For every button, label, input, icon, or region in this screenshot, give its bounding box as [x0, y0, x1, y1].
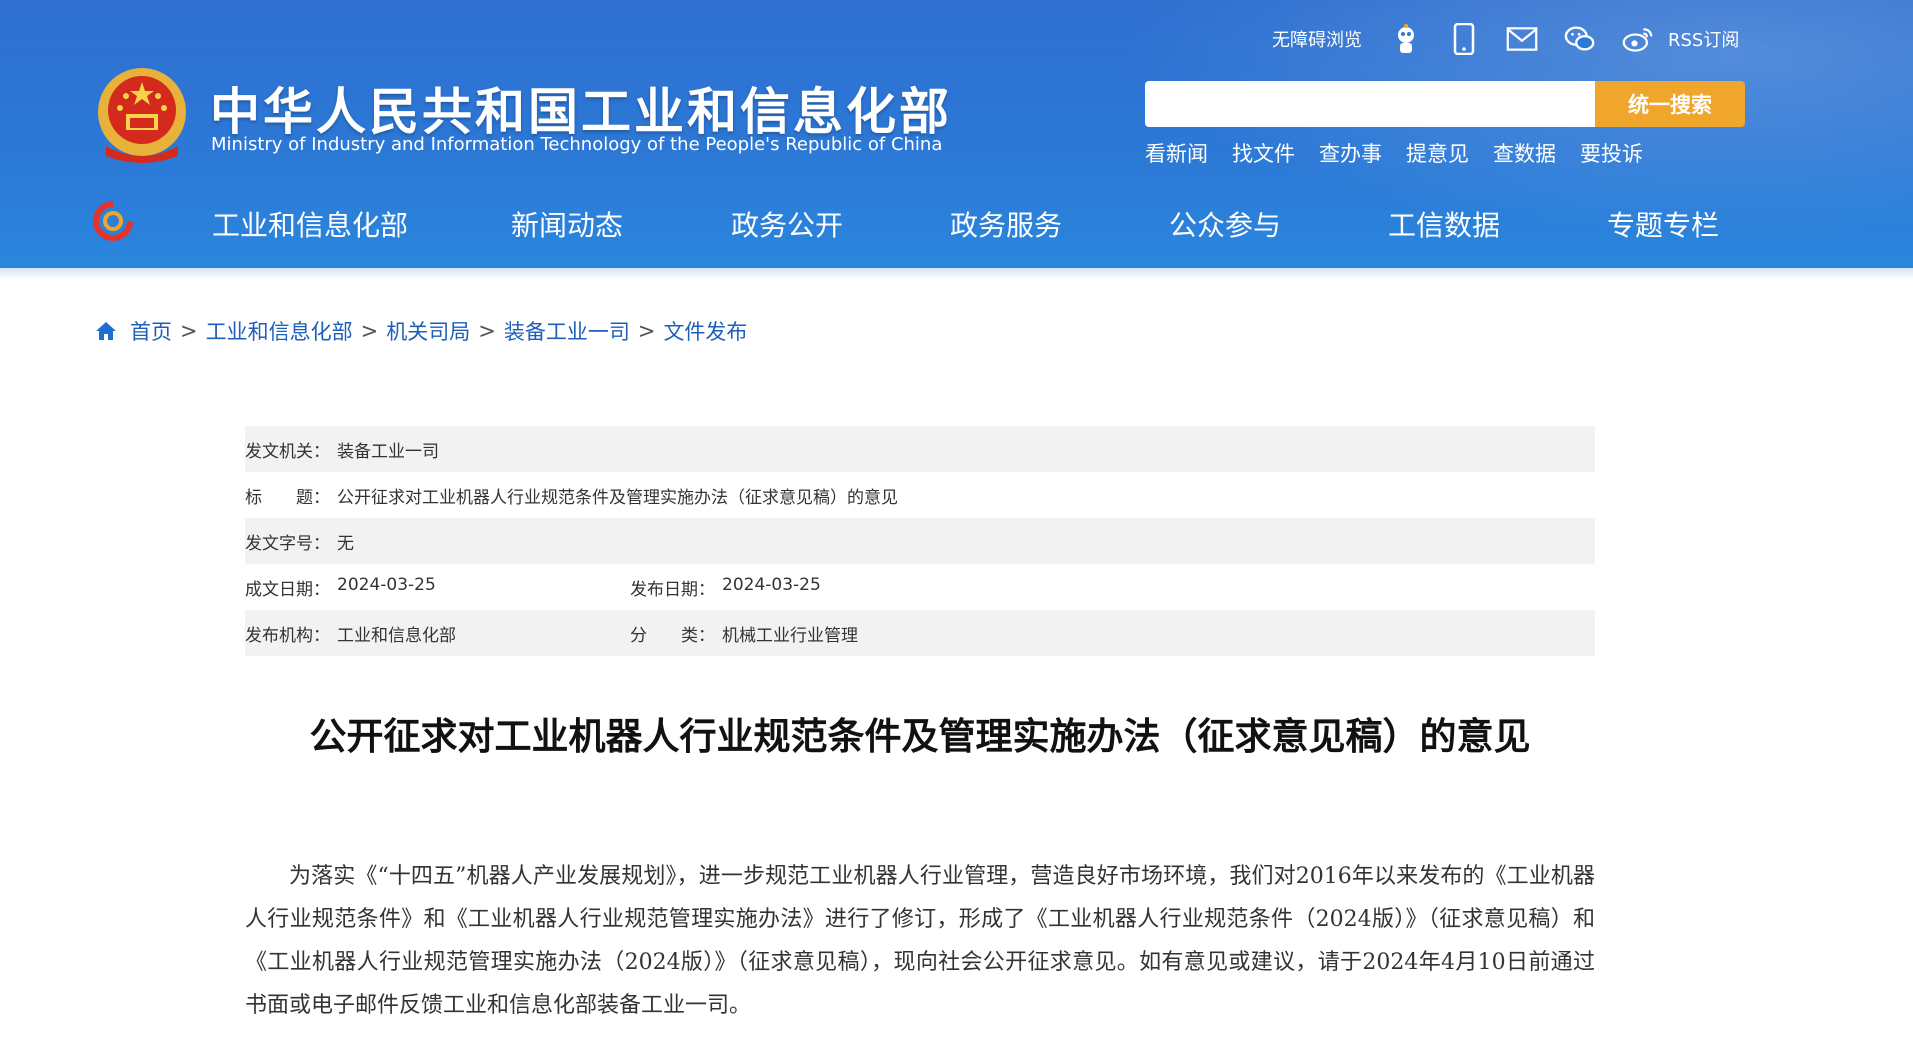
category-cell: 分 类： 机械工业行业管理: [630, 621, 1015, 646]
meta-row-dates: 成文日期： 2024-03-25 发布日期： 2024-03-25: [245, 564, 1595, 610]
issuer-label: 发文机关：: [245, 441, 330, 462]
created-date-cell: 成文日期： 2024-03-25: [245, 575, 630, 600]
site-title-en: Ministry of Industry and Information Tec…: [211, 134, 943, 155]
meta-row-title: 标 题： 公开征求对工业机器人行业规范条件及管理实施办法（征求意见稿）的意见: [245, 472, 1595, 518]
meta-row-org: 发布机构： 工业和信息化部 分 类： 机械工业行业管理: [245, 610, 1595, 656]
category-label: 分 类：: [630, 625, 715, 646]
breadcrumb-home[interactable]: 首页: [130, 316, 172, 346]
national-emblem-icon: [98, 68, 186, 163]
quick-link-complaint[interactable]: 要投诉: [1580, 138, 1643, 168]
article-title: 公开征求对工业机器人行业规范条件及管理实施办法（征求意见稿）的意见: [309, 715, 1531, 758]
document-meta-table: 发文机关： 装备工业一司 标 题： 公开征求对工业机器人行业规范条件及管理实施办…: [245, 426, 1595, 656]
search-input[interactable]: [1145, 81, 1595, 127]
breadcrumb-separator: >: [478, 319, 496, 343]
published-label: 发布日期：: [630, 579, 715, 600]
org-value: 工业和信息化部: [337, 625, 456, 646]
main-nav: 工业和信息化部 新闻动态 政务公开 政务服务 公众参与 工信数据 专题专栏: [0, 196, 1913, 246]
search-bar: 统一搜索: [1145, 81, 1745, 127]
breadcrumb: 首页 > 工业和信息化部 > 机关司局 > 装备工业一司 > 文件发布: [94, 316, 747, 346]
home-icon[interactable]: [94, 319, 118, 343]
doc-no-label: 发文字号：: [245, 533, 330, 554]
nav-item-topics[interactable]: 专题专栏: [1607, 204, 1719, 244]
mail-icon[interactable]: [1506, 23, 1538, 55]
org-cell: 发布机构： 工业和信息化部: [245, 621, 630, 646]
weibo-icon[interactable]: [1622, 23, 1654, 55]
meta-row-issuer: 发文机关： 装备工业一司: [245, 426, 1595, 472]
quick-link-files[interactable]: 找文件: [1232, 138, 1295, 168]
search-button[interactable]: 统一搜索: [1595, 81, 1745, 127]
header-shadow: [0, 268, 1913, 280]
wechat-icon[interactable]: [1564, 23, 1596, 55]
doc-no-value: 无: [337, 533, 354, 554]
quick-link-services[interactable]: 查办事: [1319, 138, 1382, 168]
rss-link[interactable]: RSS订阅: [1668, 26, 1739, 52]
breadcrumb-separator: >: [180, 319, 198, 343]
nav-item-participation[interactable]: 公众参与: [1169, 204, 1281, 244]
breadcrumb-department[interactable]: 装备工业一司: [504, 316, 630, 346]
breadcrumb-separator: >: [360, 319, 379, 343]
top-links: 无障碍浏览 RSS订阅: [1272, 23, 1739, 55]
created-value: 2024-03-25: [337, 574, 436, 595]
title-value: 公开征求对工业机器人行业规范条件及管理实施办法（征求意见稿）的意见: [337, 487, 898, 508]
breadcrumb-file-release[interactable]: 文件发布: [663, 316, 747, 346]
org-label: 发布机构：: [245, 625, 330, 646]
published-date-cell: 发布日期： 2024-03-25: [630, 575, 1015, 600]
robot-assistant-icon[interactable]: [1390, 23, 1422, 55]
mobile-icon[interactable]: [1448, 23, 1480, 55]
nav-item-ministry[interactable]: 工业和信息化部: [212, 204, 408, 244]
breadcrumb-ministry[interactable]: 工业和信息化部: [206, 316, 353, 346]
quick-links: 看新闻 找文件 查办事 提意见 查数据 要投诉: [1145, 138, 1667, 168]
published-value: 2024-03-25: [722, 574, 821, 595]
quick-link-news[interactable]: 看新闻: [1145, 138, 1208, 168]
category-value: 机械工业行业管理: [722, 625, 858, 646]
meta-row-doc-no: 发文字号： 无: [245, 518, 1595, 564]
nav-item-data[interactable]: 工信数据: [1388, 204, 1500, 244]
breadcrumb-departments[interactable]: 机关司局: [386, 316, 470, 346]
nav-item-government-affairs[interactable]: 政务公开: [731, 204, 843, 244]
created-label: 成文日期：: [245, 579, 330, 600]
quick-link-data[interactable]: 查数据: [1493, 138, 1556, 168]
site-header: 中华人民共和国工业和信息化部 Ministry of Industry and …: [0, 0, 1913, 268]
nav-item-services[interactable]: 政务服务: [950, 204, 1062, 244]
article-body: 为落实《“十四五”机器人产业发展规划》，进一步规范工业机器人行业管理，营造良好市…: [245, 864, 1595, 1018]
title-label: 标 题：: [245, 487, 330, 508]
quick-link-feedback[interactable]: 提意见: [1406, 138, 1469, 168]
issuer-value: 装备工业一司: [337, 441, 439, 462]
nav-item-news[interactable]: 新闻动态: [511, 204, 623, 244]
accessibility-link[interactable]: 无障碍浏览: [1272, 26, 1362, 52]
breadcrumb-separator: >: [637, 319, 656, 343]
